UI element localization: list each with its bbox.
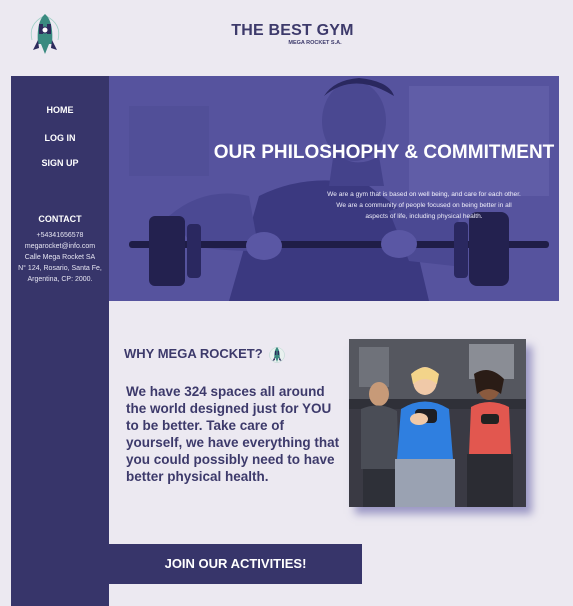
hero-line: We are a community of people focused on … bbox=[336, 202, 512, 209]
why-title: WHY MEGA ROCKET? bbox=[124, 346, 263, 361]
hero-title: OUR PHILOSHOPHY & COMMITMENT bbox=[213, 142, 555, 163]
contact-info: +54341656578 megarocket@info.com Calle M… bbox=[11, 230, 109, 285]
contact-phone: +54341656578 bbox=[36, 232, 84, 239]
why-description: We have 324 spaces all around the world … bbox=[126, 384, 340, 484]
rocket-logo-icon[interactable] bbox=[24, 10, 66, 58]
hero-line: aspects of life, including physical heal… bbox=[365, 213, 483, 220]
nav-log-in[interactable]: LOG IN bbox=[11, 133, 109, 143]
sidebar: HOME LOG IN SIGN UP CONTACT +54341656578… bbox=[11, 76, 109, 606]
nav-home[interactable]: HOME bbox=[11, 105, 109, 115]
brand-subtitle: MEGA ROCKET S.A. bbox=[288, 40, 342, 46]
contact-address-line: N° 124, Rosario, Santa Fe, bbox=[18, 265, 102, 272]
hero-banner: OUR PHILOSHOPHY & COMMITMENT We are a gy… bbox=[109, 76, 559, 301]
contact-email: megarocket@info.com bbox=[24, 243, 96, 250]
contact-heading: CONTACT bbox=[38, 214, 82, 224]
hero-description: We are a gym that is based on well being… bbox=[299, 189, 549, 222]
nav-sign-up[interactable]: SIGN UP bbox=[11, 158, 109, 168]
rocket-icon bbox=[269, 345, 285, 365]
join-activities-button[interactable]: JOIN OUR ACTIVITIES! bbox=[109, 544, 362, 584]
fitness-class-image bbox=[349, 339, 526, 507]
hero-line: We are a gym that is based on well being… bbox=[327, 191, 521, 198]
brand-title: THE BEST GYM bbox=[231, 22, 354, 39]
contact-address-line: Calle Mega Rocket SA bbox=[24, 254, 96, 261]
contact-address-line: Argentina, CP: 2000. bbox=[27, 276, 93, 283]
